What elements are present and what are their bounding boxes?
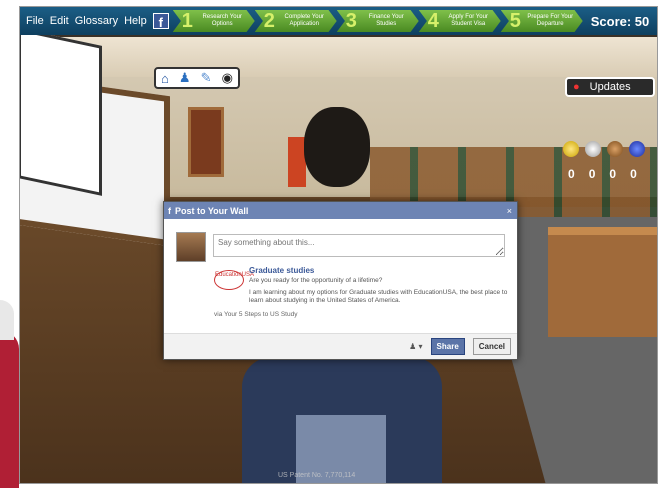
updates-button[interactable]: ● Updates: [565, 77, 655, 97]
post-to-wall-dialog: f Post to Your Wall × EducationUSA Gradu…: [163, 201, 518, 360]
medal-row: [563, 141, 645, 157]
step-number: 3: [345, 9, 357, 32]
cancel-button[interactable]: Cancel: [472, 338, 511, 355]
steps-nav: 1 Research Your Options 2 Complete Your Ap…: [172, 9, 583, 32]
dialog-header: f Post to Your Wall ×: [164, 202, 517, 219]
projection-screen[interactable]: [20, 28, 102, 196]
menu-bar: File Edit Glossary Help: [20, 15, 147, 27]
privacy-selector[interactable]: ♟ ▾: [409, 342, 422, 351]
chevron-down-icon: ▾: [418, 342, 423, 351]
step-label: Finance Your Studies: [368, 14, 404, 27]
medal-count: 0: [630, 167, 637, 181]
classroom-ceiling: [20, 37, 657, 77]
step-1[interactable]: 1 Research Your Options: [172, 9, 255, 32]
top-bar: File Edit Glossary Help f 1 Research Your…: [20, 7, 657, 35]
post-title[interactable]: Graduate studies: [249, 266, 314, 275]
medal-count: 0: [568, 167, 575, 181]
decorative-white-panel: [0, 300, 14, 340]
facebook-small-icon: f: [168, 205, 171, 216]
decorative-red-panel: [0, 330, 19, 488]
step-number: 1: [181, 9, 193, 32]
classroom-door: [188, 107, 224, 177]
updates-label: Updates: [589, 81, 631, 93]
share-button[interactable]: Share: [430, 338, 465, 355]
menu-edit[interactable]: Edit: [50, 15, 69, 27]
via-text: via Your 5 Steps to US Study: [214, 311, 298, 318]
gold-medal-icon: [563, 141, 579, 157]
step-number: 2: [263, 9, 275, 32]
pencil-icon[interactable]: ✎: [201, 70, 212, 86]
menu-file[interactable]: File: [26, 15, 44, 27]
profile-photo: [176, 232, 206, 262]
home-icon[interactable]: ⌂: [161, 71, 169, 86]
facebook-icon[interactable]: f: [152, 13, 169, 30]
step-5[interactable]: 5 Prepare For Your Departure: [500, 9, 583, 32]
message-input[interactable]: [213, 234, 505, 257]
bag-icon[interactable]: ◉: [222, 70, 233, 86]
dialog-title: Post to Your Wall: [175, 205, 249, 216]
game-window: US Patent No. 7,770,114 File Edit Glossa…: [19, 6, 658, 484]
menu-help[interactable]: Help: [124, 15, 147, 27]
medal-count: 0: [588, 167, 596, 181]
step-4[interactable]: 4 Apply For Your Student Visa: [418, 9, 501, 32]
step-number: 4: [427, 9, 439, 32]
step-label: Complete Your Application: [284, 14, 324, 27]
menu-glossary[interactable]: Glossary: [75, 15, 118, 27]
post-caption: Are you ready for the opportunity of a l…: [249, 277, 383, 284]
player-avatar-head: [304, 107, 370, 187]
person-icon[interactable]: ♟: [179, 70, 191, 86]
toolbar: ⌂ ♟ ✎ ◉: [154, 67, 240, 89]
step-label: Research Your Options: [202, 14, 242, 27]
medal-count: 0: [609, 167, 617, 181]
front-bench: [548, 227, 657, 337]
medal-counts: 0 0 0 0: [568, 167, 637, 181]
globe-icon: ●: [573, 81, 580, 93]
step-label: Prepare For Your Departure: [527, 14, 574, 27]
step-2[interactable]: 2 Complete Your Application: [254, 9, 337, 32]
bronze-medal-icon: [607, 141, 623, 157]
step-3[interactable]: 3 Finance Your Studies: [336, 9, 419, 32]
silver-medal-icon: [585, 141, 601, 157]
score-display: Score: 50: [590, 13, 650, 29]
blue-medal-icon: [629, 141, 645, 157]
patent-text: US Patent No. 7,770,114: [278, 472, 356, 479]
dialog-footer: ♟ ▾ Share Cancel: [164, 333, 517, 359]
step-number: 5: [509, 9, 521, 32]
post-description: I am learning about my options for Gradu…: [249, 289, 508, 304]
educationusa-logo: EducationUSA: [214, 270, 254, 290]
close-icon[interactable]: ×: [507, 206, 512, 216]
step-label: Apply For Your Student Visa: [448, 14, 488, 27]
